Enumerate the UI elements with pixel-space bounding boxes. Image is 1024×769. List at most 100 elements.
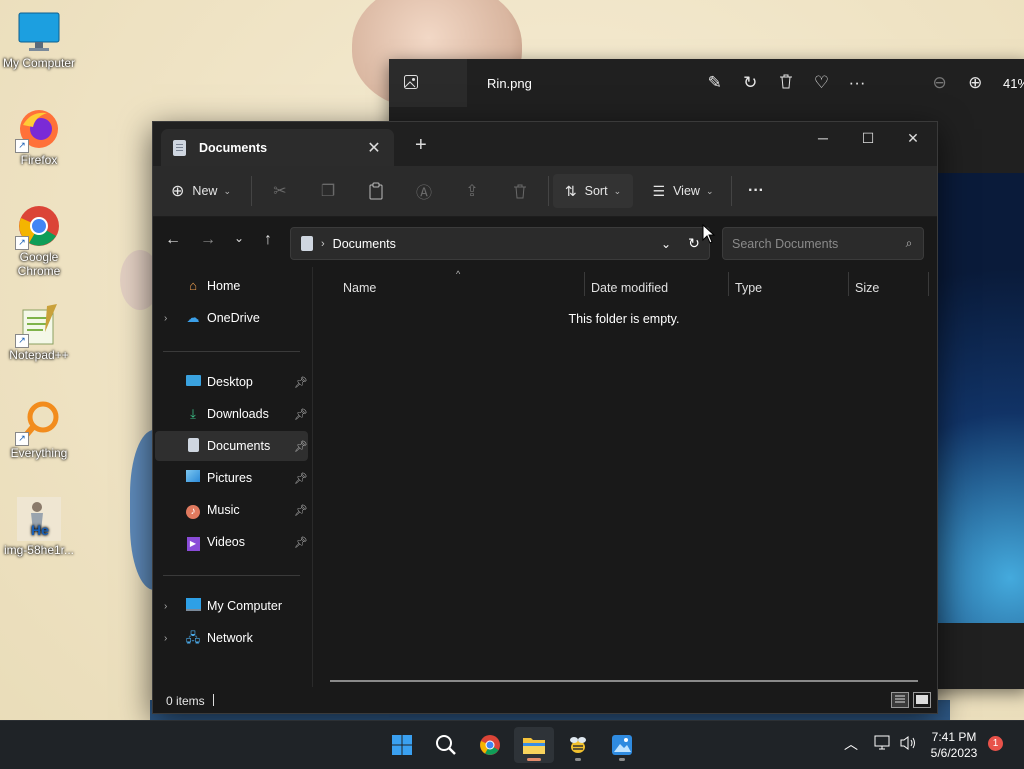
column-separator[interactable] [928,272,929,296]
status-bar: 0 items [153,687,937,713]
sort-indicator-icon: ^ [456,269,461,279]
sidebar-item-label: Desktop [207,375,253,389]
image-icon [403,74,419,93]
bee-app-icon[interactable] [558,727,598,763]
close-button[interactable]: ✕ [890,124,936,152]
pin-icon[interactable]: 📌︎ [294,376,308,389]
back-arrow-icon[interactable]: ← [161,231,185,249]
sidebar-item-label: Pictures [207,471,253,485]
paste-icon[interactable] [352,174,400,208]
search-input[interactable]: Search Documents ⌕ [722,227,924,260]
sort-icon: ⇅ [564,182,577,199]
view-button-label: View [673,184,700,198]
new-button[interactable]: ⊕ New ⌄ [165,174,237,208]
desktop-icon-everything[interactable]: ↗ Everything [0,400,78,460]
recent-locations-chevron-icon[interactable]: ⌄ [227,231,251,245]
chrome-icon[interactable] [470,727,510,763]
search-icon[interactable] [426,727,466,763]
sidebar-item-desktop[interactable]: Desktop 📌︎ [155,367,308,397]
sort-button[interactable]: ⇅ Sort ⌄ [553,174,633,208]
volume-icon[interactable] [899,735,917,756]
column-header-date-modified[interactable]: Date modified [591,281,668,295]
show-hidden-icons-chevron-icon[interactable]: ︿ [844,734,858,754]
favorite-icon[interactable]: ♡ [804,73,840,93]
details-view-icon[interactable] [891,692,909,708]
copy-icon[interactable]: ❐ [304,174,352,208]
pin-icon[interactable]: 📌︎ [294,472,308,485]
sidebar-item-pictures[interactable]: Pictures 📌︎ [155,463,308,493]
rename-icon[interactable]: Ⓐ [400,174,448,208]
column-separator[interactable] [848,272,849,296]
desktop-icon-label: Firefox [20,153,58,167]
expand-chevron-icon[interactable]: › [164,633,167,644]
pin-icon[interactable]: 📌︎ [294,440,308,453]
expand-chevron-icon[interactable]: › [164,313,167,324]
search-placeholder: Search Documents [732,236,839,251]
desktop-icon-google-chrome[interactable]: ↗ Google Chrome [0,204,78,278]
desktop-icon-my-computer[interactable]: My Computer [0,10,78,70]
pin-icon[interactable]: 📌︎ [294,504,308,517]
tab-close-icon[interactable]: ✕ [364,138,384,158]
column-header-type[interactable]: Type [735,281,762,295]
photos-file-title: Rin.png [487,75,532,91]
sidebar-item-videos[interactable]: ▶ Videos 📌︎ [155,527,308,557]
address-row: ← → ⌄ ↑ › Documents ⌄ ↻ Search Documents… [153,217,937,267]
tab-documents[interactable]: Documents ✕ [161,129,394,166]
desktop-icon-image-file[interactable]: He img-58he1r... [0,497,78,557]
sidebar-item-onedrive[interactable]: › ☁ OneDrive [155,303,308,333]
windows-start-icon[interactable] [382,727,422,763]
sidebar-item-music[interactable]: ♪ Music 📌︎ [155,495,308,525]
photos-tab[interactable] [389,59,468,107]
horizontal-scrollbar[interactable] [330,680,918,682]
view-button[interactable]: ☰ View ⌄ [643,174,723,208]
maximize-button[interactable]: ☐ [845,124,891,152]
expand-chevron-icon[interactable]: › [164,601,167,612]
explorer-titlebar: Documents ✕ + ─ ☐ ✕ [153,122,937,166]
more-icon[interactable]: ··· [839,73,875,93]
more-options-icon[interactable]: ··· [736,174,776,208]
plus-circle-icon: ⊕ [171,183,185,200]
photos-app-icon[interactable] [602,727,642,763]
delete-icon[interactable] [496,174,544,208]
address-bar[interactable]: › Documents ⌄ ↻ [290,227,710,260]
system-clock[interactable]: 7:41 PM 5/6/2023 [922,729,986,761]
column-separator[interactable] [728,272,729,296]
breadcrumb-documents[interactable]: Documents [333,237,653,251]
file-explorer-icon[interactable] [514,727,554,763]
pin-icon[interactable]: 📌︎ [294,536,308,549]
large-icons-view-icon[interactable] [913,692,931,708]
shortcut-arrow-icon: ↗ [15,334,29,348]
sidebar-item-network[interactable]: › 🖧︎ Network [155,623,308,653]
desktop-icon-firefox[interactable]: ↗ Firefox [0,107,78,167]
sidebar-item-home[interactable]: ⌂ Home [155,271,308,301]
rotate-icon[interactable]: ↻ [733,73,769,93]
forward-arrow-icon[interactable]: → [196,231,220,249]
pin-icon[interactable]: 📌︎ [294,408,308,421]
zoom-level: 41% [1002,75,1024,91]
network-status-icon[interactable] [874,735,892,756]
column-header-name[interactable]: Name [343,281,376,295]
cut-icon[interactable]: ✂ [256,174,304,208]
zoom-out-icon[interactable]: ⊖ [922,73,958,93]
new-tab-button[interactable]: + [415,134,427,157]
desktop-icon-label: img-58he1r... [3,543,75,557]
file-explorer-window[interactable]: Documents ✕ + ─ ☐ ✕ ⊕ New ⌄ ✂ ❐ Ⓐ ⇪ ⇅ So… [152,121,938,714]
sidebar-item-label: Network [207,631,253,645]
minimize-button[interactable]: ─ [800,124,846,152]
edit-icon[interactable]: ✎ [697,73,733,93]
notification-badge[interactable]: 1 [988,736,1003,751]
delete-icon[interactable] [768,73,804,94]
column-separator[interactable] [584,272,585,296]
address-history-chevron-icon[interactable]: ⌄ [653,237,679,251]
photo-preview [935,173,1024,623]
sidebar-item-downloads[interactable]: ⤓ Downloads 📌︎ [155,399,308,429]
sidebar-item-documents[interactable]: Documents 📌︎ [155,431,308,461]
chevron-down-icon: ⌄ [223,185,231,196]
desktop-icon-notepadpp[interactable]: ↗ Notepad++ [0,302,78,362]
column-header-size[interactable]: Size [855,281,879,295]
monitor-icon [17,10,61,54]
zoom-in-icon[interactable]: ⊕ [957,73,993,93]
sidebar-item-my-computer[interactable]: › My Computer [155,591,308,621]
up-arrow-icon[interactable]: ↑ [256,231,280,249]
share-icon[interactable]: ⇪ [448,174,496,208]
